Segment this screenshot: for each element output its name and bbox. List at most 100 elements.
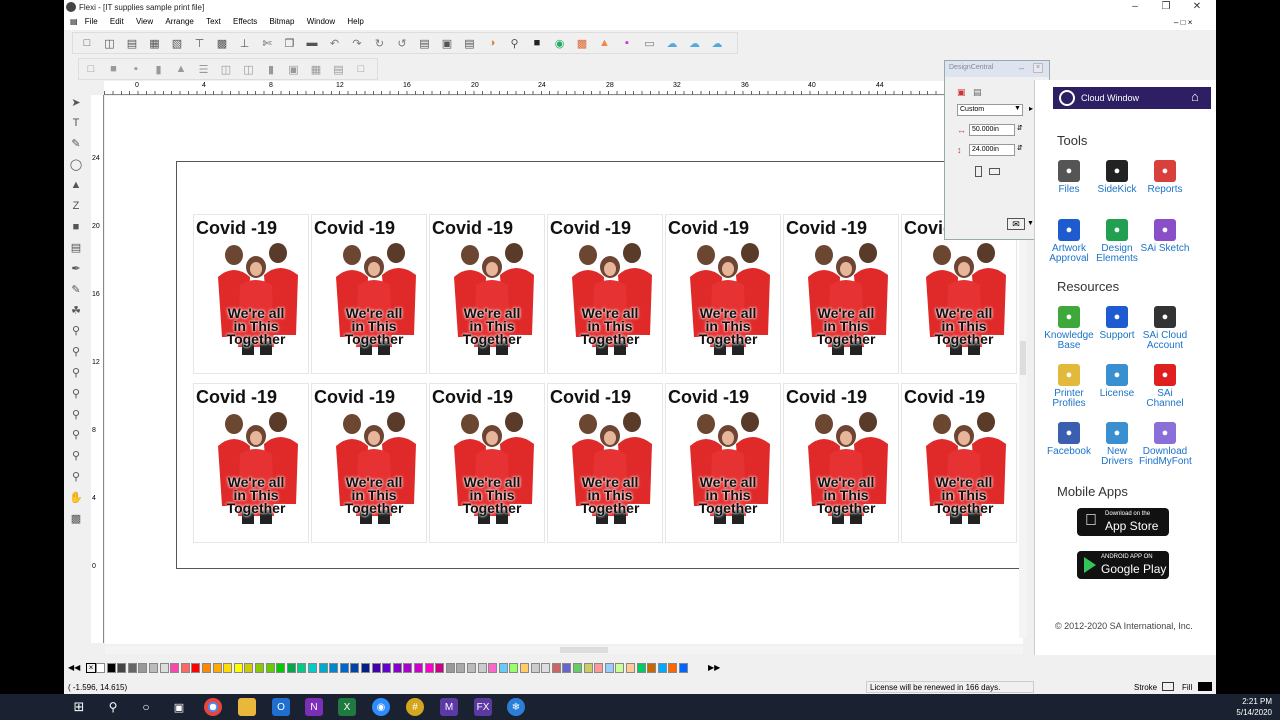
cloud-tile-sketch[interactable]: ● SAi Sketch — [1139, 219, 1191, 254]
app-store-button[interactable]:  Download on the App Store — [1077, 508, 1169, 536]
menu-help[interactable]: Help — [347, 16, 363, 26]
properties-tab-icon[interactable]: ▣ — [957, 87, 966, 98]
menu-text[interactable]: Text — [206, 16, 221, 26]
color-swatch[interactable] — [541, 663, 551, 673]
width-stepper[interactable]: ⇵ — [1017, 124, 1023, 132]
save-icon[interactable]: ▤ — [124, 35, 140, 51]
color-swatch[interactable] — [594, 663, 604, 673]
color-swatch[interactable] — [180, 663, 190, 673]
design-card[interactable]: Covid -19 We're allin ThisTogether — [193, 383, 309, 543]
zoom-fit-icon[interactable]: ⚲ — [68, 406, 84, 422]
minimize-icon[interactable]: – — [1120, 1, 1150, 15]
cloud-tile-reports[interactable]: ● Reports — [1139, 160, 1191, 195]
height-input[interactable]: 24.000in — [969, 144, 1015, 156]
design-card[interactable]: Covid -19 We're allin ThisTogether — [311, 383, 427, 543]
cloud-tile-new-drivers[interactable]: ● New Drivers — [1091, 422, 1143, 467]
rip-icon[interactable]: ⊥ — [237, 35, 253, 51]
layers-icon[interactable]: ▩ — [68, 510, 84, 526]
color-swatch[interactable] — [265, 663, 275, 673]
task-view-icon[interactable]: ▣ — [170, 698, 188, 716]
clock-time[interactable]: 2:21 PM — [1228, 697, 1272, 706]
no-color-swatch[interactable]: × — [86, 663, 96, 673]
repeat-icon[interactable]: ↺ — [394, 35, 410, 51]
restore-icon[interactable]: ❐ — [1151, 1, 1181, 15]
cloud-tile-artwork-approval[interactable]: ● Artwork Approval — [1043, 219, 1095, 264]
color-swatch[interactable] — [276, 663, 286, 673]
palette-icon[interactable]: ▩ — [574, 35, 590, 51]
design-card[interactable]: Covid -19 We're allin ThisTogether — [547, 214, 663, 374]
zoom-prev-icon[interactable]: ⚲ — [68, 385, 84, 401]
node-edit-icon[interactable]: ✎ — [68, 136, 84, 152]
stroke-icon[interactable]: ▭ — [642, 35, 658, 51]
color-swatch[interactable] — [509, 663, 519, 673]
menu-file[interactable]: File — [85, 16, 98, 26]
flexi-taskbar-icon[interactable]: FX — [474, 698, 492, 716]
new-icon[interactable]: □ — [79, 35, 95, 51]
color-swatch[interactable] — [668, 663, 678, 673]
mail-icon[interactable]: ✉ — [1007, 218, 1025, 230]
cloud-upload-icon[interactable]: ☁ — [664, 35, 680, 51]
cut-tool-icon[interactable]: ⊤ — [192, 35, 208, 51]
open-icon[interactable]: ◫ — [102, 35, 118, 51]
color-swatch[interactable] — [488, 663, 498, 673]
align-top-icon[interactable]: ▮ — [151, 61, 167, 77]
cloud-tile-cloud-account[interactable]: ● SAi Cloud Account — [1139, 306, 1191, 351]
color-swatch[interactable] — [498, 663, 508, 673]
pan-hand-icon[interactable]: ✋ — [68, 489, 84, 505]
landscape-icon[interactable] — [989, 168, 1000, 175]
color-swatch[interactable] — [435, 663, 445, 673]
color-swatch[interactable] — [657, 663, 667, 673]
color-swatch[interactable] — [445, 663, 455, 673]
align-icon[interactable]: ▤ — [462, 35, 478, 51]
design-card[interactable]: Covid -19 We're allin ThisTogether — [429, 383, 545, 543]
redo-icon[interactable]: ↷ — [349, 35, 365, 51]
color-swatch[interactable] — [530, 663, 540, 673]
chevron-down-icon[interactable]: ▼ — [1027, 220, 1034, 227]
zoom-select-icon[interactable]: ⚲ — [68, 448, 84, 464]
group-icon[interactable]: ▤ — [417, 35, 433, 51]
zoom-icon[interactable]: ⚲ — [507, 35, 523, 51]
fill-icon[interactable]: ▪ — [619, 35, 635, 51]
color-swatch[interactable] — [573, 663, 582, 673]
redo2-icon[interactable]: ↻ — [372, 35, 388, 51]
color-swatch[interactable] — [361, 663, 370, 673]
color-swatch[interactable] — [467, 663, 476, 673]
color-swatch[interactable] — [604, 663, 614, 673]
frame-icon[interactable]: □ — [353, 61, 369, 77]
fill-tool-icon[interactable]: ▲ — [68, 177, 84, 193]
color-swatch[interactable] — [477, 663, 487, 673]
color-swatch[interactable] — [562, 663, 572, 673]
zoom-page-icon[interactable]: ⚲ — [68, 468, 84, 484]
ungroup-icon[interactable]: ▣ — [439, 35, 455, 51]
color-swatch[interactable] — [371, 663, 381, 673]
palette-scroll-left-icon[interactable]: ◀◀ — [68, 663, 80, 672]
menu-effects[interactable]: Effects — [233, 16, 257, 26]
color-swatch[interactable] — [647, 663, 657, 673]
copy-icon[interactable]: ❐ — [282, 35, 298, 51]
cloud-tile-files[interactable]: ● Files — [1043, 160, 1095, 195]
menu-view[interactable]: View — [136, 16, 153, 26]
menu-edit[interactable]: Edit — [110, 16, 124, 26]
cloud-tile-knowledge-base[interactable]: ● Knowledge Base — [1043, 306, 1095, 351]
google-play-button[interactable]: ANDROID APP ON Google Play — [1077, 551, 1169, 579]
color-swatch[interactable] — [308, 663, 317, 673]
production-manager-icon[interactable]: M — [440, 698, 458, 716]
cloud-tile-youtube[interactable]: ● SAi Channel — [1139, 364, 1191, 409]
menu-bitmap[interactable]: Bitmap — [270, 16, 295, 26]
color-wheel-icon[interactable]: ◑ — [484, 35, 500, 51]
combine-icon[interactable]: ◫ — [241, 61, 257, 77]
scissors-icon[interactable]: ✄ — [259, 35, 275, 51]
bring-front-icon[interactable]: ▮ — [263, 61, 279, 77]
lock-icon[interactable]: ▤ — [331, 61, 347, 77]
align-left-icon[interactable]: □ — [83, 61, 99, 77]
preset-select[interactable]: Custom ▼ — [957, 104, 1023, 116]
distribute-icon[interactable]: ☰ — [196, 61, 212, 77]
color-swatch[interactable] — [403, 663, 413, 673]
panel-close-icon[interactable]: × — [1033, 63, 1043, 73]
color-swatch[interactable] — [424, 663, 434, 673]
cloud-sync-icon[interactable]: ☁ — [687, 35, 703, 51]
design-card[interactable]: Covid -19 We're allin ThisTogether — [783, 383, 899, 543]
cloud-download-icon[interactable]: ☁ — [709, 35, 725, 51]
color-swatch[interactable] — [127, 663, 137, 673]
slack-icon[interactable]: # — [406, 698, 424, 716]
